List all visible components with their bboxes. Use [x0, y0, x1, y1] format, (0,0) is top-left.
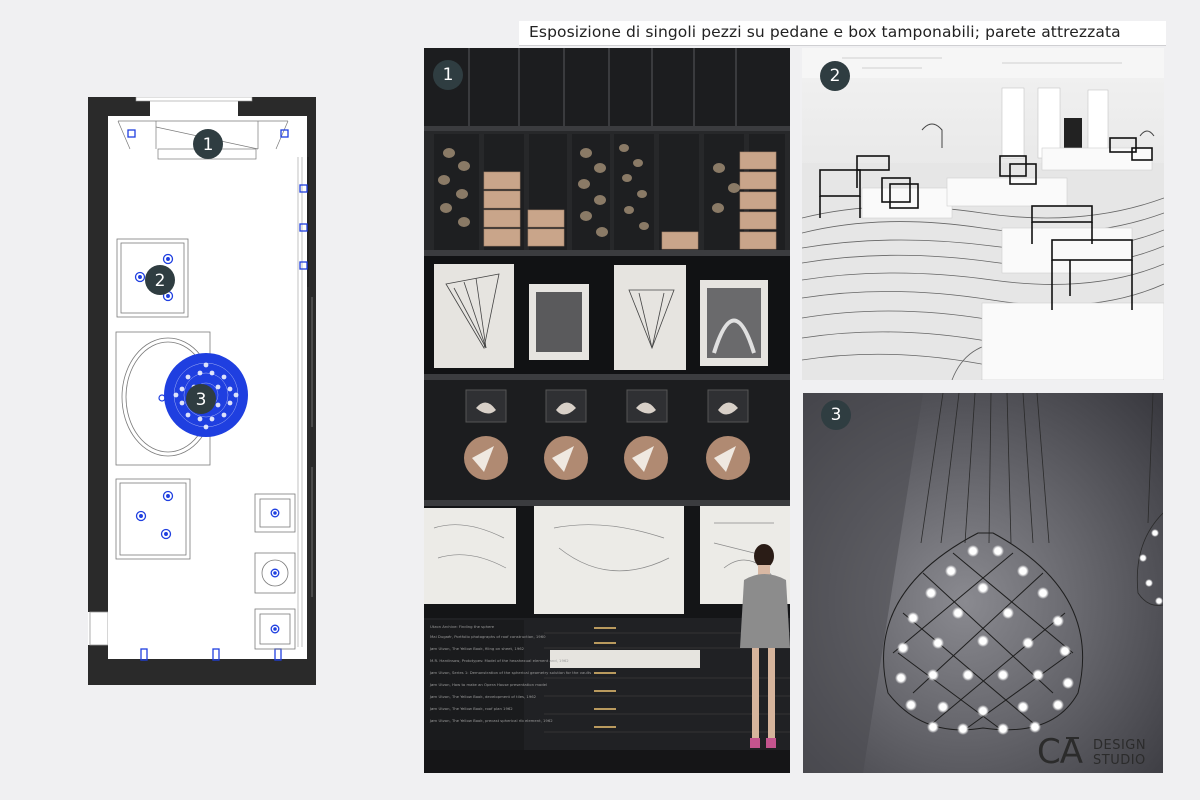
- page-title-bar: Esposizione di singoli pezzi su pedane e…: [519, 21, 1166, 46]
- ca-design-studio-logo: CA DESIGN STUDIO: [1037, 732, 1167, 772]
- archive-label-8: Jørn Utzon, The Yellow Book, precast sph…: [429, 718, 553, 723]
- archive-label-5: Jørn Utzon, How to make an Opera House p…: [429, 682, 547, 687]
- archive-label-2: Jørn Utzon, The Yellow Book, filing on s…: [429, 646, 525, 651]
- photo-2-white-gallery: [802, 48, 1164, 380]
- plan-marker-2: 2: [155, 271, 166, 291]
- photo-3-badge: 3: [821, 400, 851, 430]
- floor-plan: 1 2 3: [88, 97, 316, 685]
- plan-marker-1: 1: [203, 135, 214, 155]
- photo-1-equipped-wall: Utzon Archive: Finding the sphere Mai Du…: [424, 48, 790, 773]
- archive-label-1: Mai Dugaér, Portfolio photographs of roo…: [430, 634, 546, 639]
- archive-label-3: M.R. Hardinsaw, Prototypes: Model of the…: [430, 658, 569, 663]
- logo-line-1: DESIGN: [1093, 738, 1147, 753]
- logo-macron: [1066, 737, 1079, 739]
- archive-label-4: Jørn Utzon, Series 1: Demonstration of t…: [429, 670, 591, 675]
- page-title: Esposizione di singoli pezzi su pedane e…: [529, 23, 1121, 41]
- photo-2-badge: 2: [820, 61, 850, 91]
- logo-line-2: STUDIO: [1093, 753, 1146, 768]
- archive-label-7: Jørn Utzon, The Yellow Book, roof plan 1…: [429, 706, 513, 711]
- plan-marker-3: 3: [196, 390, 207, 410]
- archive-label-6: Jørn Utzon, The Yellow Book, development…: [429, 694, 537, 699]
- photo-3-led-chandelier: [803, 393, 1163, 773]
- photo-1-badge: 1: [433, 60, 463, 90]
- archive-label-0: Utzon Archive: Finding the sphere: [430, 624, 495, 629]
